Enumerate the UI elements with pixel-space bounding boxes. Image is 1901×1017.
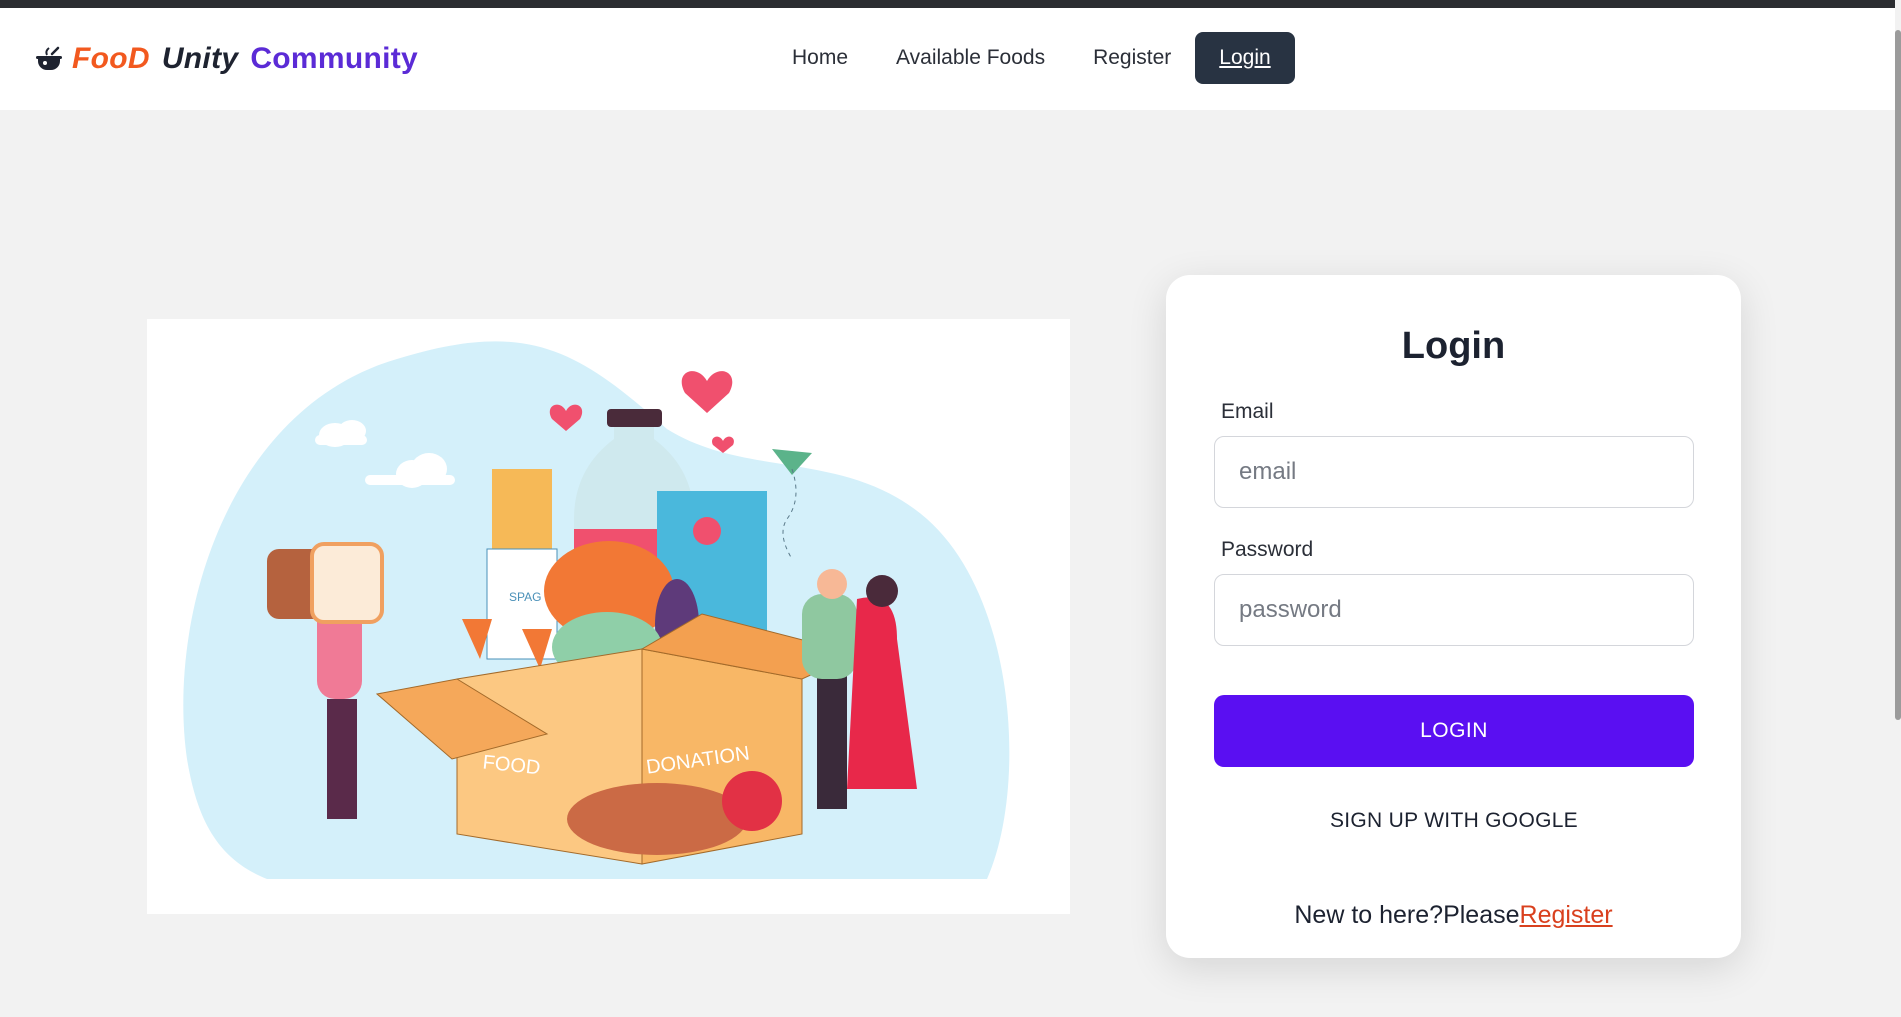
bread-loaf: [567, 783, 747, 855]
brand-community: Community: [250, 42, 419, 75]
donation-illustration-svg: SPAG FOOD DONATION: [183, 341, 1010, 880]
password-label: Password: [1221, 538, 1314, 561]
password-field[interactable]: [1214, 574, 1694, 646]
toast-slice: [310, 542, 384, 624]
donation-illustration: SPAG FOOD DONATION: [147, 319, 1070, 914]
signup-prompt-text: New to here?Please: [1294, 901, 1520, 929]
nav-home[interactable]: Home: [768, 32, 872, 84]
nav-login[interactable]: Login: [1195, 32, 1295, 84]
person-legs: [327, 699, 357, 819]
nav-available-foods[interactable]: Available Foods: [872, 32, 1069, 84]
email-field[interactable]: [1214, 436, 1694, 508]
bottle-cap: [607, 409, 662, 427]
heart-icon: [681, 371, 733, 413]
login-button[interactable]: LOGIN: [1214, 695, 1694, 767]
login-card: Login Email Password LOGIN SIGN UP WITH …: [1166, 275, 1741, 958]
brand-logo[interactable]: FooD Unity Community: [34, 42, 418, 76]
google-signup-button[interactable]: SIGN UP WITH GOOGLE: [1214, 791, 1694, 851]
nav-register[interactable]: Register: [1069, 32, 1195, 84]
page-scrollbar[interactable]: [1895, 0, 1901, 1017]
navbar: FooD Unity Community Home Available Foods …: [0, 8, 1895, 110]
email-label: Email: [1221, 400, 1274, 423]
man-legs: [817, 669, 847, 809]
signup-prompt: New to here?PleaseRegister: [1166, 901, 1741, 930]
nav-links: Home Available Foods Register Login: [768, 32, 1295, 84]
brand-food: FooD: [72, 42, 150, 75]
scrollbar-thumb[interactable]: [1895, 30, 1901, 720]
carton-logo: [693, 517, 721, 545]
apple: [722, 771, 782, 831]
cooking-pot-icon: [36, 46, 62, 70]
login-title: Login: [1401, 325, 1506, 367]
man-head: [817, 569, 847, 599]
man-shirt: [802, 594, 857, 679]
pasta-label: SPAG: [509, 590, 541, 604]
woman-head: [866, 575, 898, 607]
register-link[interactable]: Register: [1520, 901, 1613, 929]
brand-unity: Unity: [161, 42, 239, 75]
browser-top-strip: [0, 0, 1901, 8]
